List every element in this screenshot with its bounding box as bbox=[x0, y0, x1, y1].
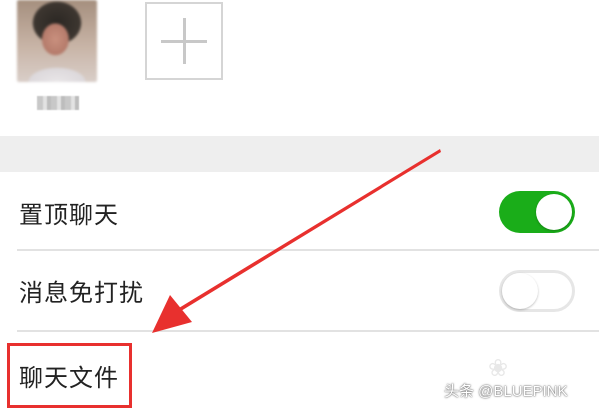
watermark: 头条 @BLUEPINK bbox=[444, 383, 568, 400]
paw-icon: ❀ bbox=[488, 354, 509, 382]
annotation-arrow bbox=[152, 149, 441, 333]
arrowhead-icon bbox=[152, 295, 192, 333]
arrow-shaft bbox=[174, 149, 441, 314]
